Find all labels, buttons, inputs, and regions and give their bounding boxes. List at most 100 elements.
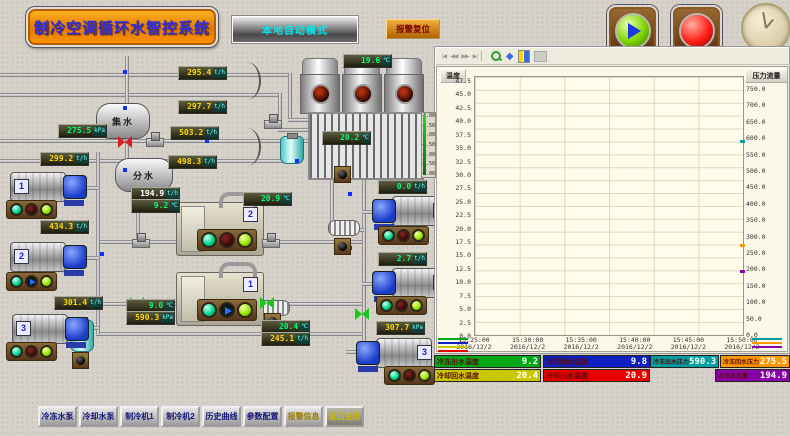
right-axis-label[interactable]: 压力流量 <box>745 69 788 83</box>
status-bar-4: 冷冻回水压力275.5 <box>720 355 790 368</box>
skip-to-end-icon[interactable] <box>473 50 477 62</box>
nav-button-冷冻水泵[interactable]: 冷冻水泵 <box>38 406 77 427</box>
gauge-16: 299.2t/h <box>40 152 89 166</box>
valve-motorized[interactable] <box>264 120 282 129</box>
fan-icon <box>395 84 415 104</box>
print-icon[interactable] <box>534 51 547 62</box>
status-lights-1 <box>6 200 57 219</box>
pen-list-icon[interactable] <box>518 50 530 63</box>
green-light-icon <box>418 369 431 382</box>
nav-button-历史曲线[interactable]: 历史曲线 <box>202 406 241 427</box>
sensor-dot <box>100 252 104 256</box>
nav-button-冷却水泵[interactable]: 冷却水泵 <box>79 406 118 427</box>
pan-icon[interactable] <box>506 50 514 62</box>
skip-to-start-icon[interactable] <box>442 50 446 62</box>
gauge-19: 0.0t/h <box>378 180 427 194</box>
indicator-knob[interactable] <box>334 238 351 255</box>
level-scale: +3.00+2.50+2.00+1.50+1.00+0.50+0.00 <box>421 112 436 178</box>
gauge-5: 275.5kPa <box>58 124 107 138</box>
cyan-light-icon <box>201 302 217 318</box>
sensor-dot <box>123 106 127 110</box>
x-axis-tick: 15:35:002016/12/2 <box>554 337 608 351</box>
chiller-number: 2 <box>243 207 258 222</box>
cyan-light-icon <box>10 345 23 358</box>
status-lights-7 <box>376 296 427 315</box>
gauge-1: 295.4t/h <box>178 66 227 80</box>
pump-base <box>64 270 84 276</box>
pump-head <box>356 341 380 365</box>
right-axis-tick: 750.0 <box>746 85 766 93</box>
red-light-icon <box>395 299 408 312</box>
level-scale-label: +0.00 <box>421 171 435 177</box>
pipe <box>0 93 280 97</box>
gauge-9: 19.6℃ <box>343 54 392 68</box>
status-lights-2 <box>6 272 57 291</box>
status-lights-4 <box>197 229 257 251</box>
step-back-icon[interactable] <box>450 50 457 62</box>
play-light-icon <box>25 275 38 288</box>
red-light-icon <box>397 229 410 242</box>
nav-button-报警信息[interactable]: 报警信息 <box>284 406 323 427</box>
nav-button-返回主页[interactable]: 返回主页 <box>325 406 364 427</box>
cyan-light-icon <box>382 229 395 242</box>
cooling-tower-1[interactable] <box>300 58 340 114</box>
valve-motorized[interactable] <box>132 239 150 248</box>
pump-head <box>372 199 396 223</box>
valve-motorized[interactable] <box>262 239 280 248</box>
indicator-knob[interactable] <box>334 166 351 183</box>
status-lights-8 <box>384 366 435 385</box>
valve-red[interactable] <box>118 136 132 148</box>
level-scale-label: +1.50 <box>421 142 435 148</box>
zoom-icon[interactable] <box>490 50 502 62</box>
heat-exchanger-coil <box>328 220 360 236</box>
status-lights-6 <box>378 226 429 245</box>
trend-plot-area[interactable] <box>474 76 744 336</box>
x-axis-tick: 15:30:002016/12/2 <box>501 337 555 351</box>
dosing-tank[interactable] <box>280 136 304 164</box>
gauge-3: 503.2t/h <box>170 126 219 140</box>
nav-button-row: 冷冻水泵冷却水泵制冷机1制冷机2历史曲线参数配置报警信息返回主页 <box>38 406 364 427</box>
pump-number: 1 <box>14 179 29 194</box>
level-scale-label: +3.00 <box>421 113 435 119</box>
left-axis-tick: 45.0 <box>444 90 471 98</box>
status-bar-5: 冷却回水温度20.4 <box>434 369 541 382</box>
green-light-icon <box>40 345 53 358</box>
page-title: 制冷空调循环水智控系统 <box>26 7 218 47</box>
green-light-icon <box>237 232 253 248</box>
left-axis-tick: 20.0 <box>444 225 471 233</box>
right-axis-tick: 700.0 <box>746 101 766 109</box>
pen-marker <box>740 244 745 247</box>
valve-motorized[interactable] <box>146 138 164 147</box>
pump-left-2[interactable]: 2 <box>10 238 90 276</box>
sensor-dot <box>295 159 299 163</box>
status-lights-5 <box>197 299 257 321</box>
right-axis-tick: 300.0 <box>746 233 766 241</box>
valve-green[interactable] <box>260 297 274 309</box>
clock-minute-hand <box>762 12 766 28</box>
sensor-dot <box>123 70 127 74</box>
valve-green[interactable] <box>355 308 369 320</box>
nav-button-制冷机1[interactable]: 制冷机1 <box>120 406 159 427</box>
nav-button-参数配置[interactable]: 参数配置 <box>243 406 282 427</box>
legend-line <box>438 350 468 352</box>
cyan-light-icon <box>380 299 393 312</box>
chiller-number: 1 <box>243 277 258 292</box>
start-icon <box>615 13 651 49</box>
step-forward-icon[interactable] <box>461 50 468 62</box>
legend-line <box>752 338 782 340</box>
right-axis-tick: 400.0 <box>746 200 766 208</box>
play-light-icon <box>219 302 235 318</box>
cyan-light-icon <box>10 203 23 216</box>
nav-button-制冷机2[interactable]: 制冷机2 <box>161 406 200 427</box>
level-scale-label: +1.00 <box>421 152 435 158</box>
left-axis-tick: 47.5 <box>444 77 471 85</box>
right-axis-tick: 150.0 <box>746 282 766 290</box>
indicator-knob[interactable] <box>72 352 89 369</box>
gauge-7: 9.2℃ <box>131 199 180 213</box>
mode-display[interactable]: 本地自动模式 <box>232 16 358 43</box>
sensor-dot <box>348 192 352 196</box>
pipe <box>96 332 364 336</box>
condenser-basin <box>308 112 424 180</box>
level-scale-label: +0.50 <box>421 161 435 167</box>
alarm-reset-button[interactable]: 报警复位 <box>386 19 440 39</box>
